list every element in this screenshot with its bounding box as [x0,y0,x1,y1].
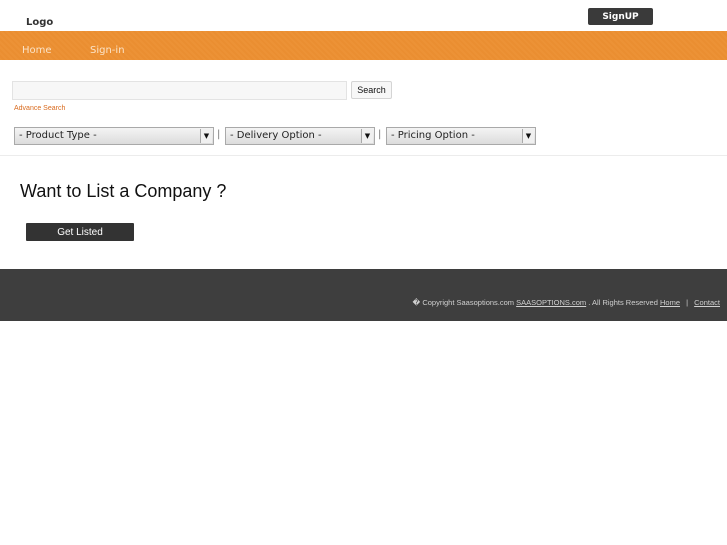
get-listed-button[interactable]: Get Listed [26,223,134,241]
footer-copyright-row: � Copyright Saasoptions.com SAASOPTIONS.… [413,298,720,307]
delivery-option-select[interactable]: - Delivery Option - ▼ [225,127,375,145]
copyright-text: � Copyright Saasoptions.com [412,298,515,307]
search-input[interactable] [12,81,347,100]
section-divider [0,155,727,156]
product-type-select[interactable]: - Product Type - ▼ [14,127,214,145]
footer-separator: | [686,298,689,307]
product-type-value: - Product Type - [19,130,97,141]
footer: � Copyright Saasoptions.com SAASOPTIONS.… [0,269,727,321]
chevron-down-icon[interactable]: ▼ [522,129,534,143]
header: Logo SignUP [0,0,727,31]
signup-button[interactable]: SignUP [588,8,653,25]
pricing-option-value: - Pricing Option - [391,130,475,141]
advance-search-link[interactable]: Advance Search [14,105,65,112]
rights-text: . All Rights Reserved [588,298,658,307]
footer-home-link[interactable]: Home [660,298,680,307]
footer-site-link[interactable]: SAASOPTIONS.com [516,298,586,307]
footer-contact-link[interactable]: Contact [694,298,720,307]
page-title: Want to List a Company ? [20,181,227,201]
nav-home-link[interactable]: Home [22,45,52,56]
chevron-down-icon[interactable]: ▼ [361,129,373,143]
pricing-option-select[interactable]: - Pricing Option - ▼ [386,127,536,145]
nav-signin-link[interactable]: Sign-in [90,45,125,56]
filter-separator: | [378,129,382,140]
filter-separator: | [217,129,221,140]
chevron-down-icon[interactable]: ▼ [200,129,212,143]
search-button[interactable]: Search [351,81,392,99]
delivery-option-value: - Delivery Option - [230,130,322,141]
logo[interactable]: Logo [26,17,53,28]
main-nav: Home Sign-in [0,31,727,60]
